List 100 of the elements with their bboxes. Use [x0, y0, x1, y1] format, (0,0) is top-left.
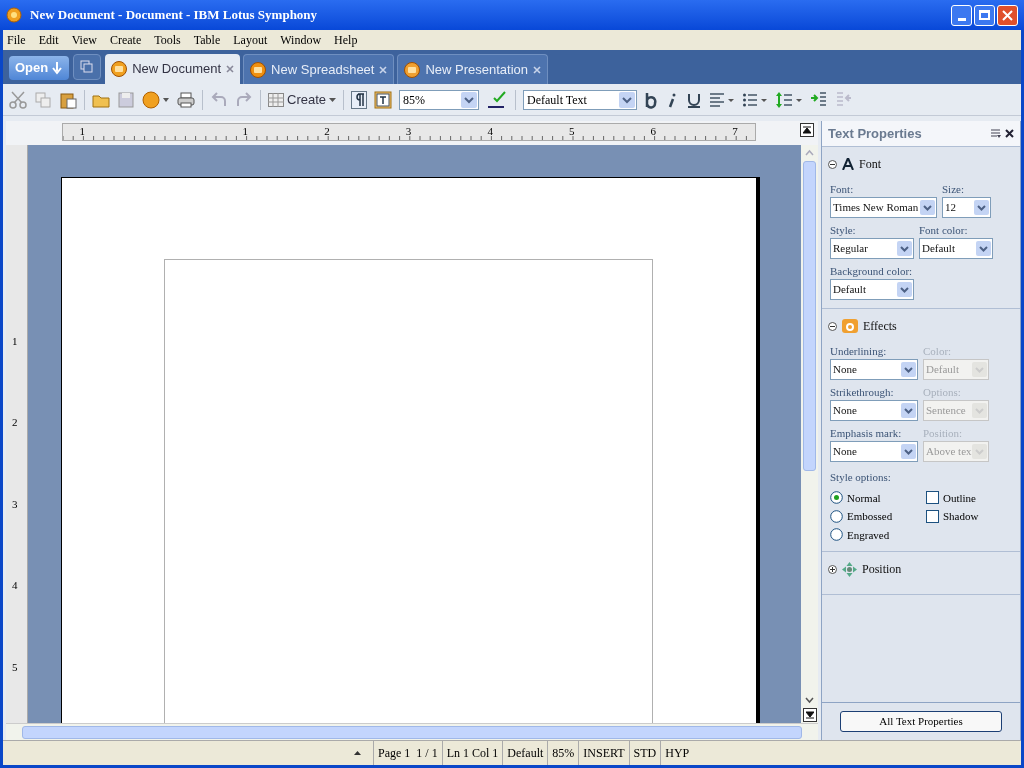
tab-logo-icon — [250, 61, 267, 78]
bottom-arrow-icon — [805, 711, 814, 719]
ruler-number: 1 — [242, 124, 249, 138]
table-icon — [268, 92, 284, 107]
expand-icon[interactable] — [828, 564, 837, 574]
field-label: Style: — [830, 223, 857, 238]
radio-button[interactable] — [830, 491, 843, 505]
scroll-to-top-button[interactable] — [800, 123, 814, 137]
panel-menu-icon[interactable] — [991, 129, 1001, 138]
dropdown[interactable]: Regular — [830, 238, 914, 259]
minimize-button[interactable] — [951, 4, 972, 26]
status-field: Default — [502, 741, 548, 765]
indent-icon[interactable] — [810, 90, 829, 109]
dropdown[interactable]: 12 — [942, 197, 991, 218]
font-letter-icon — [842, 158, 854, 170]
line-spacing-icon[interactable] — [775, 90, 804, 109]
ruler-number: 1 — [12, 334, 18, 347]
menu-item[interactable]: File — [7, 31, 26, 49]
vertical-scrollbar[interactable] — [801, 145, 818, 723]
paste-icon[interactable] — [59, 90, 77, 109]
caret-up-icon[interactable] — [354, 751, 361, 755]
window-switch-button[interactable] — [73, 54, 102, 80]
close-button[interactable] — [997, 4, 1018, 26]
all-text-properties-button[interactable]: All Text Properties — [840, 711, 1002, 732]
chevron-down-icon — [619, 91, 636, 108]
radio-button[interactable] — [830, 528, 843, 542]
field-label: Font color: — [919, 223, 969, 238]
dropdown[interactable]: Times New Roman — [830, 197, 937, 218]
chevron-down-icon — [897, 282, 912, 297]
scrollbar-thumb[interactable] — [22, 725, 802, 739]
dropdown[interactable]: Default — [830, 279, 914, 300]
horizontal-scrollbar[interactable] — [6, 723, 818, 740]
status-field: STD — [628, 741, 661, 765]
field-label: Underlining: — [830, 344, 888, 359]
checkbox-label[interactable]: Outline — [943, 489, 976, 506]
pilcrow-icon[interactable] — [351, 90, 368, 109]
section-header[interactable]: Effects — [828, 317, 1014, 335]
ruler-number: 4 — [487, 124, 493, 138]
checkbox[interactable] — [926, 491, 939, 505]
chevron-down-icon — [972, 403, 987, 418]
symbol-icon[interactable] — [142, 90, 170, 109]
field-label: Strikethrough: — [830, 385, 895, 400]
field-label: Font: — [830, 182, 855, 197]
field-label: Size: — [942, 182, 965, 197]
window-title: New Document - Document - IBM Lotus Symphony — [30, 6, 318, 25]
collapse-icon[interactable] — [828, 321, 837, 331]
field-label: Background color: — [830, 264, 914, 279]
dropdown[interactable]: None — [830, 441, 918, 462]
maximize-icon — [979, 10, 990, 20]
menu-item[interactable]: Window — [280, 31, 322, 49]
menu-item[interactable]: Create — [109, 31, 142, 49]
tab-logo-icon — [404, 61, 421, 78]
top-arrow-icon — [803, 126, 811, 134]
radio-label[interactable]: Normal — [847, 489, 881, 506]
spellcheck-icon[interactable] — [486, 89, 509, 110]
create-table-button[interactable]: Create — [268, 89, 337, 110]
chevron-down-icon — [972, 444, 987, 459]
status-field: Ln 1 Col 1 — [441, 741, 503, 765]
dropdown[interactable]: None — [830, 400, 918, 421]
checkbox[interactable] — [926, 509, 939, 523]
tab[interactable]: New Document — [105, 54, 241, 84]
down-arrow-icon — [51, 61, 64, 75]
radio-label[interactable]: Engraved — [847, 526, 890, 543]
dropdown[interactable]: Default — [919, 238, 993, 259]
tab-logo-icon — [111, 61, 128, 77]
chevron-down-icon — [976, 241, 991, 256]
minimize-icon — [957, 17, 966, 21]
checkbox-label[interactable]: Shadow — [943, 508, 979, 525]
close-icon[interactable] — [1005, 129, 1014, 138]
radio-button[interactable] — [830, 509, 843, 523]
print-icon[interactable] — [177, 90, 195, 109]
ruler-number: 7 — [732, 124, 738, 138]
radio-label[interactable]: Embossed — [847, 508, 893, 525]
tab[interactable]: New Spreadsheet — [243, 54, 395, 84]
tab[interactable]: New Presentation — [397, 54, 549, 84]
bold-icon[interactable] — [644, 90, 659, 109]
status-field: Page 1 1 / 1 — [373, 741, 442, 765]
menu-item[interactable]: View — [71, 31, 97, 49]
zoom-dropdown[interactable]: 85% — [399, 89, 480, 110]
scroll-to-bottom-button[interactable] — [802, 708, 817, 722]
ruler-number: 6 — [650, 124, 657, 138]
menu-item[interactable]: Tools — [154, 31, 181, 49]
options-label: Style options: — [830, 470, 892, 485]
ruler-number: 5 — [12, 661, 18, 673]
ruler-number: 1 — [79, 124, 85, 138]
maximize-button[interactable] — [974, 4, 995, 26]
section-header[interactable]: Position — [828, 560, 1014, 578]
ruler-number: 3 — [12, 497, 18, 510]
dropdown[interactable]: None — [830, 359, 918, 380]
menu-item[interactable]: Edit — [38, 31, 59, 49]
menu-item[interactable]: Layout — [233, 31, 268, 49]
align-icon[interactable] — [709, 90, 736, 109]
paragraph-style-dropdown[interactable]: Default Text — [523, 89, 638, 110]
section-header[interactable]: Font — [828, 155, 1014, 173]
menu-item[interactable]: Help — [334, 31, 358, 49]
scrollbar-thumb[interactable] — [803, 161, 816, 471]
windows-icon — [80, 60, 95, 74]
text-frame-icon[interactable] — [374, 90, 393, 109]
collapse-icon[interactable] — [828, 159, 837, 169]
menu-item[interactable]: Table — [193, 31, 221, 49]
